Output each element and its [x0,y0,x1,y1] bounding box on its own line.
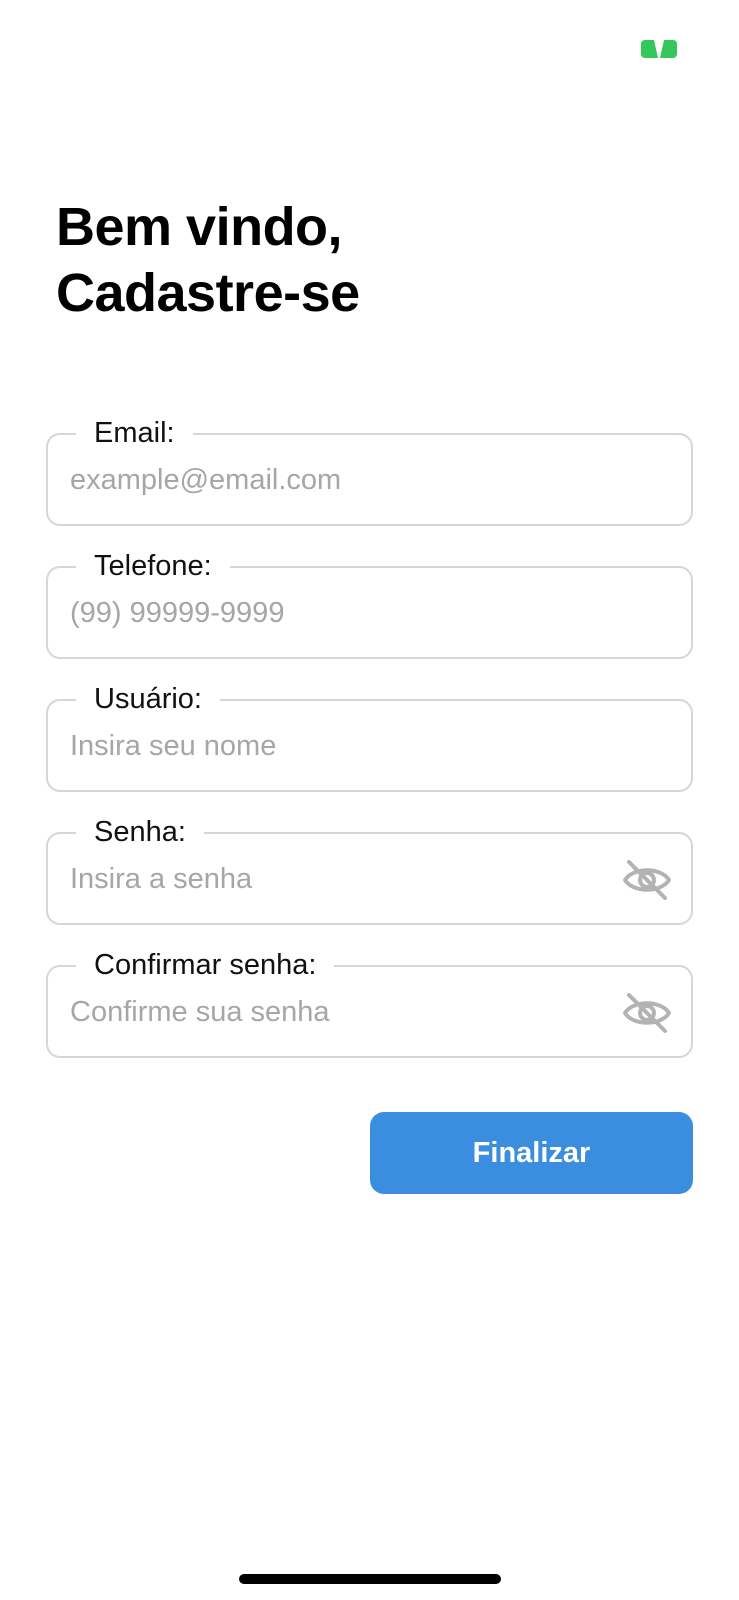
username-input[interactable] [70,723,660,769]
password-label: Senha: [76,814,204,850]
password-input[interactable] [70,856,590,902]
password-field: Senha: [46,814,693,925]
username-field: Usuário: [46,681,693,792]
username-label: Usuário: [76,681,220,717]
page-title-line-1: Bem vindo, [56,197,343,257]
phone-input[interactable] [70,590,660,636]
phone-field: Telefone: [46,548,693,659]
eye-off-icon[interactable] [621,858,673,902]
email-input[interactable] [70,457,660,503]
email-label: Email: [76,415,193,451]
page-title-line-2: Cadastre-se [56,263,360,323]
phone-label: Telefone: [76,548,230,584]
confirm-password-label: Confirmar senha: [76,947,335,983]
eye-off-icon[interactable] [621,991,673,1035]
finalize-button[interactable]: Finalizar [370,1112,693,1194]
page-title: Bem vindo, Cadastre-se [56,194,360,326]
confirm-password-input[interactable] [70,989,590,1035]
confirm-password-field: Confirmar senha: [46,947,693,1058]
home-indicator[interactable] [239,1574,501,1584]
camera-active-indicator-icon [641,40,677,58]
email-field: Email: [46,415,693,526]
